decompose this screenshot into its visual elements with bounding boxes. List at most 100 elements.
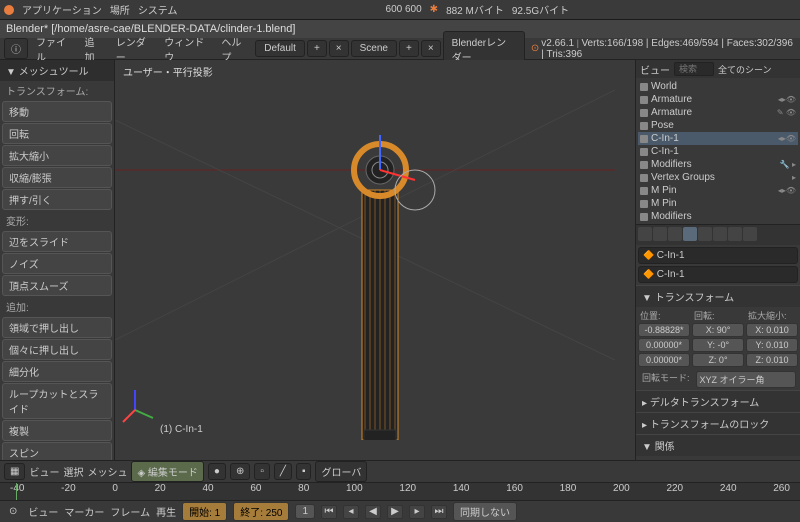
tab-material-icon[interactable] bbox=[743, 227, 757, 241]
add-scene-icon[interactable]: + bbox=[399, 40, 419, 57]
tab-object-icon[interactable] bbox=[683, 227, 697, 241]
tool-item[interactable]: 押す/引く bbox=[2, 189, 112, 210]
mesh-menu[interactable]: メッシュ bbox=[87, 464, 127, 479]
tool-item[interactable]: ループカットとスライド bbox=[2, 383, 112, 419]
start-frame[interactable]: 開始: 1 bbox=[182, 502, 227, 521]
object-icon bbox=[640, 83, 648, 91]
pos-y[interactable]: 0.00000* bbox=[638, 338, 690, 352]
outliner-item[interactable]: Armature◂▸👁 bbox=[638, 93, 798, 106]
tool-item[interactable]: ノイズ bbox=[2, 253, 112, 274]
timeline-header: ⊙ ビュー マーカー フレーム 再生 開始: 1 終了: 250 1 ⏮ ◂ ◀… bbox=[0, 500, 800, 522]
tab-render-icon[interactable] bbox=[638, 227, 652, 241]
scale-y[interactable]: Y: 0.010 bbox=[746, 338, 798, 352]
outliner-item[interactable]: Armature✎ 👁 bbox=[638, 106, 798, 119]
os-top-bar: アプリケーション 場所 システム 600 600 ✱ 882 Mバイト 92.5… bbox=[0, 0, 800, 20]
outliner-item[interactable]: Modifiers bbox=[638, 210, 798, 223]
tab-data-icon[interactable] bbox=[728, 227, 742, 241]
timeline[interactable]: -40-200204060801001201401601802002202402… bbox=[0, 482, 800, 500]
apps-menu[interactable]: アプリケーション bbox=[22, 2, 102, 17]
tool-item[interactable]: スピン bbox=[2, 442, 112, 460]
tab-modifier-icon[interactable] bbox=[713, 227, 727, 241]
del-scene-icon[interactable]: × bbox=[421, 40, 441, 57]
tab-world-icon[interactable] bbox=[668, 227, 682, 241]
select-menu[interactable]: 選択 bbox=[63, 464, 83, 479]
tool-item[interactable]: 辺をスライド bbox=[2, 231, 112, 252]
sel-face-icon[interactable]: ▪ bbox=[296, 463, 312, 480]
rot-y[interactable]: Y: -0° bbox=[692, 338, 744, 352]
timeline-editor-icon[interactable]: ⊙ bbox=[4, 504, 22, 519]
tl-play[interactable]: 再生 bbox=[156, 504, 176, 519]
sel-edge-icon[interactable]: ╱ bbox=[274, 463, 292, 480]
tool-item[interactable]: 移動 bbox=[2, 101, 112, 122]
props-tabs[interactable] bbox=[636, 225, 800, 245]
system-menu[interactable]: システム bbox=[138, 2, 178, 17]
shading-icon[interactable]: ● bbox=[208, 463, 226, 480]
end-frame[interactable]: 終了: 250 bbox=[233, 502, 289, 521]
outliner-search[interactable] bbox=[674, 62, 714, 76]
outliner-item[interactable]: Vertex Groups▸ bbox=[638, 171, 798, 184]
tool-item[interactable]: 回転 bbox=[2, 123, 112, 144]
current-frame[interactable]: 1 bbox=[295, 504, 315, 519]
outliner-item[interactable]: M Pin bbox=[638, 197, 798, 210]
relations-section[interactable]: ▼ 関係 bbox=[636, 434, 800, 456]
play-reverse-icon[interactable]: ◀ bbox=[365, 505, 381, 519]
scale-x[interactable]: X: 0.010 bbox=[746, 323, 798, 337]
tool-item[interactable]: 個々に押し出し bbox=[2, 339, 112, 360]
prev-key-icon[interactable]: ◂ bbox=[343, 505, 359, 519]
orientation-dropdown[interactable]: グローバ bbox=[315, 461, 367, 482]
scene-stats: v2.66.1 | Verts:166/198 | Edges:469/594 … bbox=[541, 38, 796, 60]
timeline-cursor[interactable] bbox=[16, 483, 17, 500]
tool-shelf: ▼ メッシュツール トランスフォーム: 移動回転拡大縮小収縮/膨張押す/引く変形… bbox=[0, 60, 115, 460]
outliner-item[interactable]: Pose bbox=[638, 119, 798, 132]
transform-section[interactable]: ▼ トランスフォーム bbox=[636, 285, 800, 307]
pivot-icon[interactable]: ⊕ bbox=[230, 463, 250, 480]
object-name-field[interactable]: 🔶 C-In-1 bbox=[638, 266, 798, 283]
tool-item[interactable]: 領域で押し出し bbox=[2, 317, 112, 338]
sel-vertex-icon[interactable]: ▫ bbox=[254, 463, 270, 480]
rot-z[interactable]: Z: 0° bbox=[692, 353, 744, 367]
jump-end-icon[interactable]: ⏭ bbox=[431, 505, 447, 519]
3d-viewport[interactable]: ユーザー・平行投影 (1) C-In-1 bbox=[115, 60, 635, 460]
lock-section[interactable]: ▸ トランスフォームのロック bbox=[636, 412, 800, 434]
outliner-filter-dropdown[interactable]: 全てのシーン bbox=[718, 63, 772, 76]
tl-frame[interactable]: フレーム bbox=[110, 504, 150, 519]
mode-dropdown[interactable]: ◈ 編集モード bbox=[131, 461, 203, 482]
screen-layout-dropdown[interactable]: Default bbox=[255, 40, 305, 57]
sync-dropdown[interactable]: 同期しない bbox=[453, 502, 517, 521]
play-icon[interactable]: ▶ bbox=[387, 505, 403, 519]
tool-item[interactable]: 収縮/膨張 bbox=[2, 167, 112, 188]
outliner-item[interactable]: Modifiers🔧 ▸ bbox=[638, 158, 798, 171]
next-key-icon[interactable]: ▸ bbox=[409, 505, 425, 519]
tool-item[interactable]: 複製 bbox=[2, 420, 112, 441]
outliner-view-menu[interactable]: ビュー bbox=[640, 62, 670, 77]
editor-icon[interactable]: ▦ bbox=[4, 463, 25, 480]
tab-scene-icon[interactable] bbox=[653, 227, 667, 241]
outliner: ビュー 全てのシーン WorldArmature◂▸👁Armature✎ 👁Po… bbox=[636, 60, 800, 225]
del-layout-icon[interactable]: × bbox=[329, 40, 349, 57]
tool-item[interactable]: 拡大縮小 bbox=[2, 145, 112, 166]
tool-item[interactable]: 頂点スムーズ bbox=[2, 275, 112, 296]
editor-type-icon[interactable]: ⓘ bbox=[4, 38, 28, 59]
outliner-item[interactable]: C-In-1 bbox=[638, 145, 798, 158]
outliner-item[interactable]: M Pin◂▸👁 bbox=[638, 184, 798, 197]
pos-z[interactable]: 0.00000* bbox=[638, 353, 690, 367]
tool-item[interactable]: 細分化 bbox=[2, 361, 112, 382]
outliner-item[interactable]: C-In-1◂▸👁 bbox=[638, 132, 798, 145]
scene-dropdown[interactable]: Scene bbox=[351, 40, 397, 57]
rot-label: 回転: bbox=[692, 309, 744, 322]
pos-x[interactable]: -0.88828* bbox=[638, 323, 690, 337]
rot-x[interactable]: X: 90° bbox=[692, 323, 744, 337]
add-layout-icon[interactable]: + bbox=[307, 40, 327, 57]
pos-label: 位置: bbox=[638, 309, 690, 322]
tl-marker[interactable]: マーカー bbox=[64, 504, 104, 519]
scale-z[interactable]: Z: 0.010 bbox=[746, 353, 798, 367]
tl-view[interactable]: ビュー bbox=[28, 504, 58, 519]
rotmode-dropdown[interactable]: XYZ オイラー角 bbox=[696, 371, 796, 388]
tab-constraint-icon[interactable] bbox=[698, 227, 712, 241]
view-menu[interactable]: ビュー bbox=[29, 464, 59, 479]
view-label: ユーザー・平行投影 bbox=[123, 64, 213, 79]
jump-start-icon[interactable]: ⏮ bbox=[321, 505, 337, 519]
places-menu[interactable]: 場所 bbox=[110, 2, 130, 17]
delta-section[interactable]: ▸ デルタトランスフォーム bbox=[636, 390, 800, 412]
outliner-item[interactable]: World bbox=[638, 80, 798, 93]
